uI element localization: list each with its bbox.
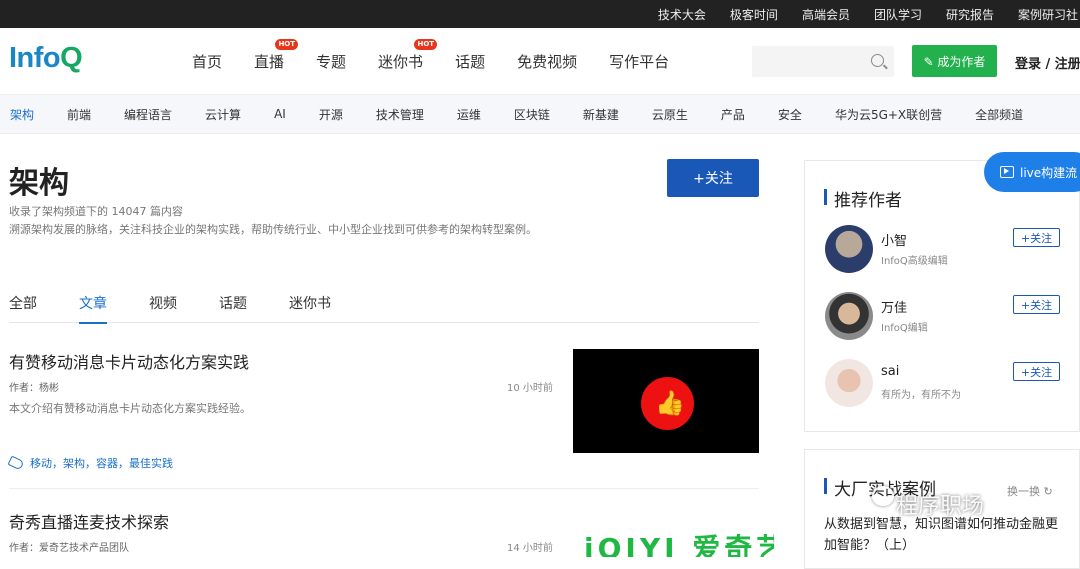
tab-videos[interactable]: 视频	[149, 293, 177, 323]
content-tabs: 全部 文章 视频 话题 迷你书	[9, 293, 759, 324]
article-time: 14 小时前	[507, 543, 553, 554]
channel-summary: 溯源架构发展的脉络，关注科技企业的架构实践，帮助传统行业、中小型企业找到可供参考…	[9, 223, 537, 236]
divider	[9, 488, 759, 489]
follow-author-button[interactable]: +关注	[1013, 228, 1060, 247]
tag-links[interactable]: 移动，架构，容器，最佳实践	[30, 455, 173, 471]
channel-description: 收录了架构频道下的 14047 篇内容 溯源架构发展的脉络，关注科技企业的架构实…	[9, 203, 569, 239]
hot-badge: HOT	[414, 38, 438, 50]
channel-security[interactable]: 安全	[778, 106, 802, 123]
nav-minibook[interactable]: 迷你书 HOT	[378, 38, 438, 72]
video-icon	[1000, 166, 1014, 178]
channel-huawei[interactable]: 华为云5G+X联创营	[835, 106, 942, 123]
follow-author-button[interactable]: +关注	[1013, 295, 1060, 314]
avatar[interactable]	[825, 292, 873, 340]
article-author[interactable]: 作者：爱奇艺技术产品团队	[9, 539, 129, 554]
author-role: 有所为，有所不为	[881, 390, 961, 401]
author-row: sai 有所为，有所不为 +关注	[825, 359, 1065, 411]
channel-new-infra[interactable]: 新基建	[583, 106, 619, 123]
tab-all[interactable]: 全部	[9, 293, 37, 323]
top-link-cases[interactable]: 案例研习社	[1018, 6, 1078, 23]
channel-all[interactable]: 全部频道	[975, 106, 1023, 123]
article-item: 有赞移动消息卡片动态化方案实践 作者：杨彬 10 小时前 本文介绍有赞移动消息卡…	[7, 349, 759, 471]
article-thumbnail-iqiyi[interactable]: iQIYI 爱奇艺	[584, 527, 774, 557]
author-row: 万佳 InfoQ编辑 +关注	[825, 292, 1065, 344]
follow-channel-button[interactable]: +关注	[667, 159, 759, 197]
wechat-icon	[872, 486, 894, 506]
author-row: 小智 InfoQ高级编辑 +关注	[825, 225, 1065, 277]
infoq-logo[interactable]: InfoQ	[9, 42, 83, 75]
recommended-authors-card: 推荐作者 小智 InfoQ高级编辑 +关注 万佳 InfoQ编辑 +关注 sai…	[804, 160, 1080, 432]
hot-badge: HOT	[275, 38, 299, 50]
nav-discussion[interactable]: 话题	[455, 51, 485, 72]
channel-frontend[interactable]: 前端	[67, 106, 91, 123]
channel-cloud[interactable]: 云计算	[205, 106, 241, 123]
main-nav: 首页 直播 HOT 专题 迷你书 HOT 话题 免费视频 写作平台	[192, 28, 701, 94]
channel-tech-management[interactable]: 技术管理	[376, 106, 424, 123]
channel-product[interactable]: 产品	[721, 106, 745, 123]
channel-cloud-native[interactable]: 云原生	[652, 106, 688, 123]
login-register-link[interactable]: 登录 / 注册	[1015, 53, 1080, 72]
channel-bar: 架构 前端 编程语言 云计算 AI 开源 技术管理 运维 区块链 新基建 云原生…	[0, 94, 1080, 134]
tag-icon	[7, 455, 25, 471]
top-links: 技术大会 极客时间 高端会员 团队学习 研究报告 案例研习社	[658, 0, 1080, 28]
thumbs-up-icon: 👍	[641, 377, 694, 430]
channel-ops[interactable]: 运维	[457, 106, 481, 123]
card-title: 推荐作者	[824, 186, 902, 211]
author-role: InfoQ高级编辑	[881, 256, 948, 267]
article-author[interactable]: 作者：杨彬	[9, 379, 59, 394]
page-title: 架构	[9, 166, 69, 201]
channel-ai[interactable]: AI	[274, 107, 286, 121]
watermark: 程序职场	[896, 494, 985, 519]
author-name[interactable]: sai	[881, 364, 899, 379]
top-link-geektime[interactable]: 极客时间	[730, 6, 778, 23]
tab-articles[interactable]: 文章	[79, 293, 107, 324]
tab-minibooks[interactable]: 迷你书	[289, 293, 331, 323]
avatar[interactable]	[825, 359, 873, 407]
channel-blockchain[interactable]: 区块链	[514, 106, 550, 123]
article-time: 10 小时前	[507, 383, 553, 394]
top-link-premium[interactable]: 高端会员	[802, 6, 850, 23]
author-name[interactable]: 万佳	[881, 297, 907, 316]
tab-topics[interactable]: 话题	[219, 293, 247, 323]
nav-home[interactable]: 首页	[192, 51, 222, 72]
top-link-reports[interactable]: 研究报告	[946, 6, 994, 23]
live-float-button[interactable]: live构建流	[984, 152, 1080, 192]
nav-live[interactable]: 直播 HOT	[254, 38, 299, 72]
nav-writing[interactable]: 写作平台	[609, 51, 669, 72]
article-thumbnail[interactable]: 👍	[573, 349, 759, 453]
article-summary: 本文介绍有赞移动消息卡片动态化方案实践经验。	[9, 402, 251, 415]
nav-topics[interactable]: 专题	[316, 51, 346, 72]
nav-free-video[interactable]: 免费视频	[517, 51, 577, 72]
channel-opensource[interactable]: 开源	[319, 106, 343, 123]
top-bar: 技术大会 极客时间 高端会员 团队学习 研究报告 案例研习社	[0, 0, 1080, 28]
author-name[interactable]: 小智	[881, 230, 907, 249]
channel-architecture[interactable]: 架构	[10, 106, 34, 123]
author-role: InfoQ编辑	[881, 323, 928, 334]
search-icon[interactable]	[871, 54, 884, 67]
channel-programming[interactable]: 编程语言	[124, 106, 172, 123]
header: InfoQ 首页 直播 HOT 专题 迷你书 HOT 话题 免费视频 写作平台 ✎ …	[0, 28, 1080, 94]
article-tags: 移动，架构，容器，最佳实践	[7, 455, 173, 471]
top-link-conference[interactable]: 技术大会	[658, 6, 706, 23]
avatar[interactable]	[825, 225, 873, 273]
refresh-button[interactable]: 换一换 ↻	[1007, 483, 1053, 499]
search-input[interactable]	[752, 46, 894, 77]
follow-author-button[interactable]: +关注	[1013, 362, 1060, 381]
become-author-button[interactable]: ✎ 成为作者	[912, 45, 997, 77]
top-link-team[interactable]: 团队学习	[874, 6, 922, 23]
case-link[interactable]: 从数据到智慧，知识图谱如何推动金融更加智能？（上）	[824, 514, 1064, 556]
channel-count: 收录了架构频道下的 14047 篇内容	[9, 205, 183, 218]
